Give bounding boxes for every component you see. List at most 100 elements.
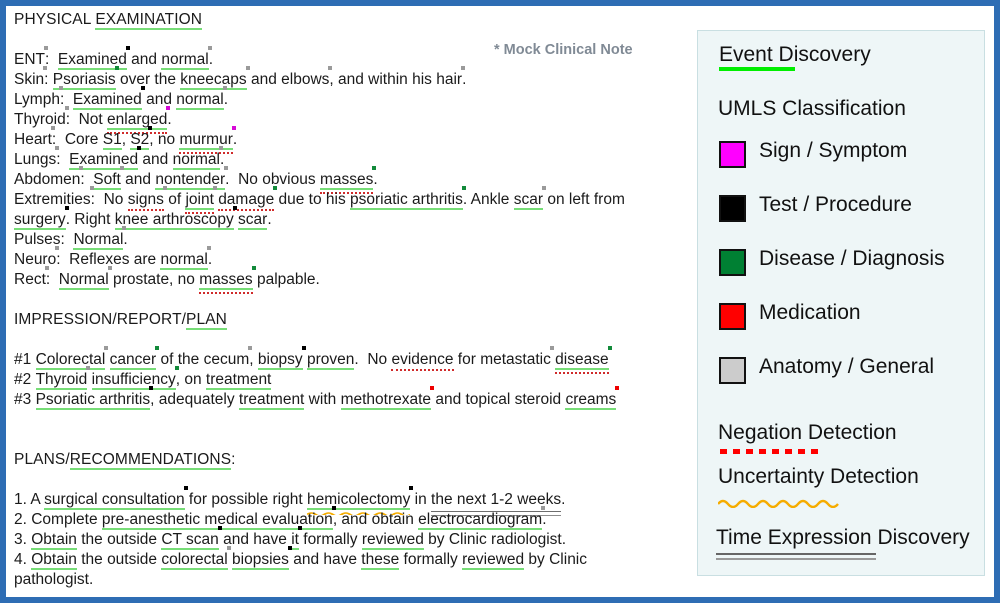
span-text: metastatic <box>480 351 551 368</box>
span-text: colorectal <box>161 551 228 570</box>
umls-marker-dis <box>114 66 119 70</box>
time-underline-swatch-bottom <box>716 558 876 560</box>
umls-marker-test <box>297 526 302 530</box>
span-text: treatment <box>238 391 305 410</box>
umls-marker-dis <box>461 186 466 190</box>
umls-marker-med <box>430 386 435 390</box>
umls-marker-anat <box>86 366 91 370</box>
umls-marker-test <box>409 486 414 490</box>
event-span: insufficiency <box>91 366 179 390</box>
umls-marker-anat <box>226 546 231 550</box>
span-text: kneecaps <box>180 71 247 90</box>
note-line: 2. Complete pre-anesthetic medical evalu… <box>14 506 679 530</box>
note-line: Heart: Core S1, S2, no murmur. <box>14 126 679 154</box>
negation-span: evidence <box>391 350 454 371</box>
note-text: . Right <box>65 211 115 228</box>
span-text: Thyroid <box>14 111 66 128</box>
umls-marker-anat <box>541 506 546 510</box>
section-heading-physical-examination: PHYSICAL EXAMINATION <box>14 10 679 30</box>
span-text: Psoriatic arthritis <box>35 391 151 410</box>
event-span: treatment <box>205 370 272 390</box>
note-text: palpable. <box>252 271 320 288</box>
umls-marker-test <box>301 346 306 350</box>
event-span: treatment <box>238 390 305 410</box>
umls-marker-test <box>217 526 222 530</box>
umls-marker-anat <box>107 266 112 270</box>
umls-marker-dis <box>155 346 160 350</box>
span-text: Rect <box>14 271 46 288</box>
note-text: by Clinic <box>524 551 588 568</box>
span-text: insufficiency <box>91 371 176 390</box>
event-span: normal <box>161 46 212 70</box>
umls-marker-anat <box>50 126 55 130</box>
umls-marker-test <box>183 486 188 490</box>
legend-negation: Negation Detection <box>718 421 897 454</box>
time-underline-swatch-top <box>716 553 876 555</box>
span-text: scar <box>238 211 268 230</box>
event-span: scar <box>238 210 268 230</box>
umls-marker-anat <box>43 66 48 70</box>
span-text: creams <box>565 391 617 410</box>
event-span: murmur <box>179 126 236 154</box>
span-text: Soft <box>93 171 121 190</box>
umls-span: Lymph <box>14 86 63 110</box>
note-text: and <box>246 71 282 88</box>
span-text: normal <box>161 51 209 70</box>
umls-marker-anat <box>104 346 109 350</box>
umls-marker-dis <box>607 346 612 350</box>
umls-marker-anat <box>64 106 69 110</box>
note-text: 1. A <box>14 491 45 508</box>
note-text: Pulses: <box>14 231 74 248</box>
note-line: surgery. Right knee arthroscopy scar. <box>14 206 679 230</box>
note-line: Lymph: Examined and normal. <box>14 86 679 110</box>
umls-span: ENT <box>14 46 48 70</box>
legend-panel: Event Discovery UMLS Classification Sign… <box>697 30 985 576</box>
note-line: Rect: Normal prostate, no masses palpabl… <box>14 266 679 294</box>
negation-span: damage <box>218 186 278 211</box>
span-text: Lungs <box>14 151 57 168</box>
event-span: masses <box>199 266 256 294</box>
span-text: disease <box>555 351 609 370</box>
heading-text: PLANS/ <box>14 451 70 468</box>
note-text: and <box>141 91 177 108</box>
note-text: . <box>223 91 228 108</box>
span-text: surgical consultation <box>44 491 185 510</box>
note-text: , adequately <box>150 391 239 408</box>
event-span: colorectal <box>161 546 231 570</box>
event-span: hemicolectomy <box>306 486 414 515</box>
impression-lines: #1 Colorectal cancer of the cecum, biops… <box>14 346 679 410</box>
note-line: #2 Thyroid insufficiency, on treatment <box>14 366 679 390</box>
note-text: the outside <box>76 551 162 568</box>
umls-marker-anat <box>206 246 211 250</box>
legend-item-label: Anatomy / General <box>759 355 935 378</box>
umls-marker-anat <box>224 166 229 170</box>
span-text: hemicolectomy <box>306 491 411 510</box>
plan-lines: 1. A surgical consultation for possible … <box>14 486 679 590</box>
span-text: Normal <box>58 271 109 290</box>
section-heading-impression: IMPRESSION/REPORT/PLAN <box>14 310 679 330</box>
mock-note-label: * Mock Clinical Note <box>494 42 633 58</box>
event-span: Colorectal <box>35 346 109 370</box>
event-span: knee arthroscopy <box>114 206 237 230</box>
umls-marker-anat <box>207 46 212 50</box>
span-text: reviewed <box>462 551 525 570</box>
note-text: : Core <box>51 131 103 148</box>
note-line: 3. Obtain the outside CT scan and have i… <box>14 526 679 550</box>
note-text: 2. Complete <box>14 511 102 528</box>
span-text: Thyroid <box>35 371 88 390</box>
event-span: normal <box>172 146 223 170</box>
span-text: hair <box>436 71 463 88</box>
event-span: Psoriatic arthritis <box>35 386 154 410</box>
section-heading-plans: PLANS/RECOMMENDATIONS: <box>14 450 679 470</box>
heading-tail: : <box>231 451 236 468</box>
event-span: surgical consultation <box>44 486 188 510</box>
legend-color-swatch-sign <box>719 141 746 168</box>
note-text: and <box>126 51 162 68</box>
umls-marker-test <box>64 206 69 210</box>
note-text: . <box>208 51 214 68</box>
event-span: normal <box>176 86 227 110</box>
note-text: over the <box>115 71 181 88</box>
event-span: S1 <box>102 130 122 150</box>
span-text: scar <box>513 191 544 210</box>
